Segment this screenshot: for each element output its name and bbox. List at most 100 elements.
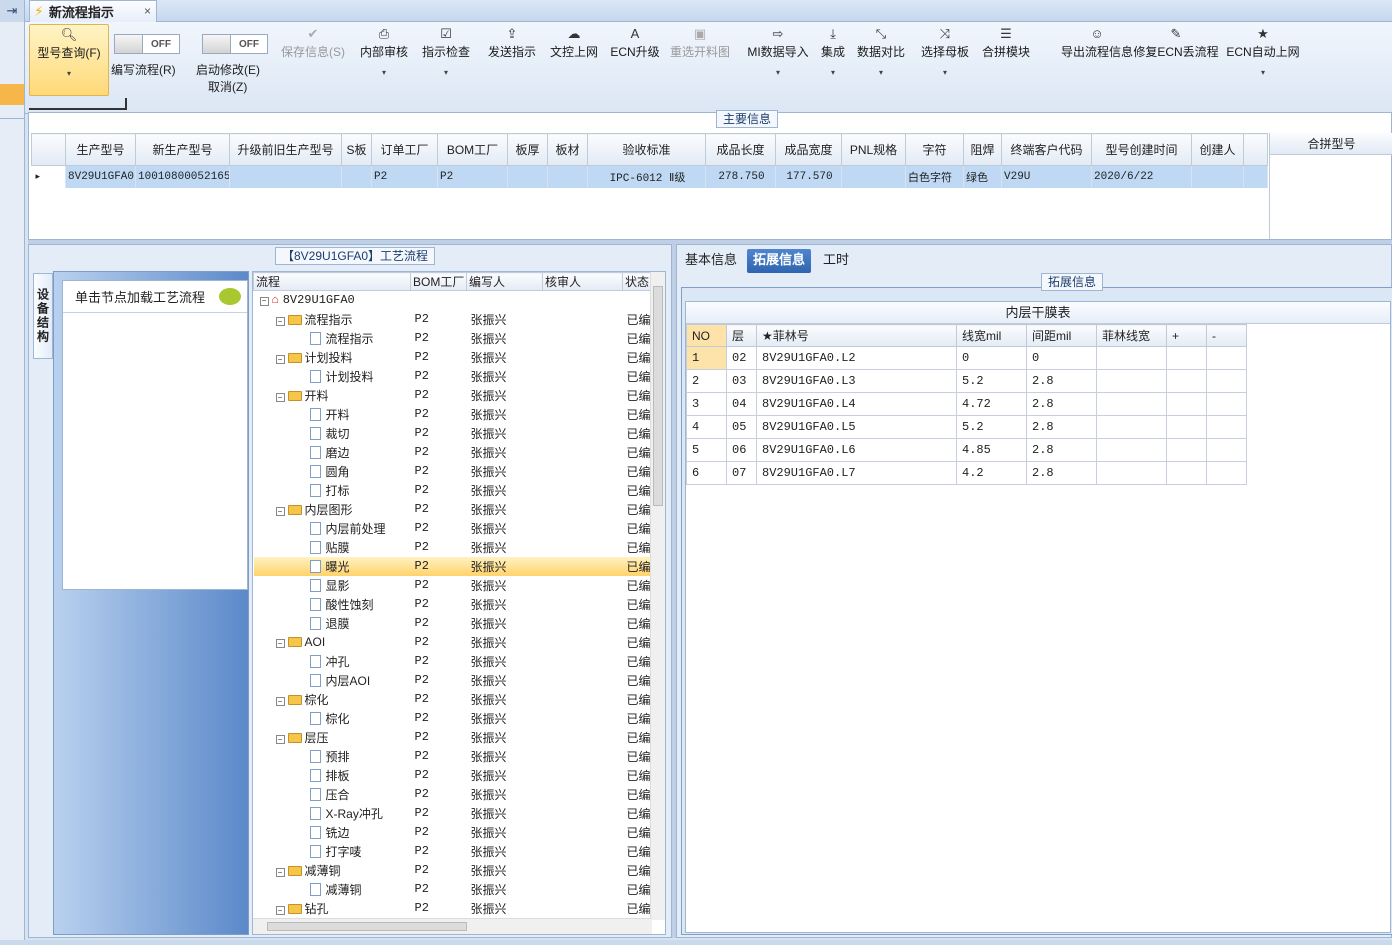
film-cell[interactable] bbox=[1166, 346, 1207, 370]
film-cell[interactable]: 3 bbox=[686, 392, 727, 416]
column-header[interactable]: 层 bbox=[726, 324, 757, 347]
column-header[interactable]: 升级前旧生产型号 bbox=[229, 133, 342, 166]
ribbon-button-download[interactable]: ⤓ 集成 ▾ bbox=[816, 24, 850, 96]
start-edit-toggle[interactable]: OFF bbox=[202, 34, 268, 54]
tree-step-row[interactable]: 流程指示 P2 张振兴 已编写 bbox=[254, 329, 653, 348]
film-cell[interactable] bbox=[1206, 392, 1247, 416]
film-cell[interactable]: 03 bbox=[726, 369, 757, 393]
film-cell[interactable]: 8V29U1GFA0.L3 bbox=[756, 369, 957, 393]
column-header[interactable]: 流程 bbox=[253, 272, 411, 291]
main-info-cell[interactable]: 278.750 bbox=[705, 165, 776, 188]
film-row[interactable]: 2 03 8V29U1GFA0.L3 5.2 2.8 bbox=[686, 369, 1247, 393]
main-info-cell[interactable]: 白色字符 bbox=[905, 165, 964, 188]
film-cell[interactable]: 4.2 bbox=[956, 461, 1027, 485]
column-header[interactable]: 新生产型号 bbox=[135, 133, 230, 166]
edit-flow-toggle[interactable]: OFF bbox=[114, 34, 180, 54]
column-header[interactable]: - bbox=[1206, 324, 1247, 347]
column-header[interactable]: 编写人 bbox=[466, 272, 543, 291]
ribbon-button-wrench[interactable]: ✎ 修复ECN丢流程 bbox=[1131, 24, 1221, 96]
column-header[interactable]: 阻焊 bbox=[963, 133, 1002, 166]
film-cell[interactable] bbox=[1096, 415, 1167, 439]
tree-folder-row[interactable]: − 计划投料 P2 张振兴 已编写 bbox=[254, 348, 653, 367]
film-cell[interactable] bbox=[1206, 438, 1247, 462]
ribbon-button-compress[interactable]: ⤡ 数据对比 ▾ bbox=[851, 24, 911, 96]
film-cell[interactable]: 2.8 bbox=[1026, 461, 1097, 485]
ribbon-button-cloud-upload[interactable]: ☁ 文控上网 bbox=[545, 24, 603, 96]
column-header[interactable]: 验收标准 bbox=[587, 133, 706, 166]
tree-step-row[interactable]: 贴膜 P2 张振兴 已编写 bbox=[254, 538, 653, 557]
film-cell[interactable] bbox=[1206, 461, 1247, 485]
column-header[interactable]: 订单工厂 bbox=[371, 133, 438, 166]
tree-step-row[interactable]: 磨边 P2 张振兴 已编写 bbox=[254, 443, 653, 462]
collapse-icon[interactable]: − bbox=[275, 316, 285, 326]
film-cell[interactable]: 02 bbox=[726, 346, 757, 370]
collapse-icon[interactable]: − bbox=[259, 297, 269, 307]
main-info-cell[interactable] bbox=[1191, 165, 1244, 188]
tree-step-row[interactable]: 压合 P2 张振兴 已编写 bbox=[254, 785, 653, 804]
tree-step-row[interactable]: 内层AOI P2 张振兴 已编写 bbox=[254, 671, 653, 690]
tree-step-row[interactable]: 内层前处理 P2 张振兴 已编写 bbox=[254, 519, 653, 538]
film-row[interactable]: 6 07 8V29U1GFA0.L7 4.2 2.8 bbox=[686, 461, 1247, 485]
tab-ext-info[interactable]: 拓展信息 bbox=[747, 249, 812, 273]
tree-root[interactable]: − ⌂ 8V29U1GFA0 bbox=[254, 291, 653, 310]
main-info-cell[interactable]: 2020/6/22 bbox=[1091, 165, 1192, 188]
tree-step-row[interactable]: 铣边 P2 张振兴 已编写 bbox=[254, 823, 653, 842]
film-row[interactable]: 4 05 8V29U1GFA0.L5 5.2 2.8 bbox=[686, 415, 1247, 439]
collapse-icon[interactable]: − bbox=[275, 506, 285, 516]
tree-step-row[interactable]: 减薄铜 P2 张振兴 已编写 bbox=[254, 880, 653, 899]
film-cell[interactable] bbox=[1166, 369, 1207, 393]
film-cell[interactable]: 5.2 bbox=[956, 369, 1027, 393]
film-cell[interactable]: 2 bbox=[686, 369, 727, 393]
film-cell[interactable]: 8V29U1GFA0.L7 bbox=[756, 461, 957, 485]
column-header[interactable]: + bbox=[1166, 324, 1207, 347]
column-header[interactable]: 生产型号 bbox=[65, 133, 136, 166]
film-cell[interactable]: 2.8 bbox=[1026, 438, 1097, 462]
main-info-cell[interactable]: IPC-6012 Ⅱ级 bbox=[587, 165, 706, 188]
film-cell[interactable] bbox=[1096, 392, 1167, 416]
main-info-cell[interactable] bbox=[841, 165, 906, 188]
column-header[interactable]: S板 bbox=[341, 133, 372, 166]
ribbon-button-font[interactable]: A ECN升级 bbox=[607, 24, 663, 96]
column-header[interactable]: 核审人 bbox=[542, 272, 623, 291]
film-cell[interactable]: 05 bbox=[726, 415, 757, 439]
column-header[interactable]: 状态 bbox=[622, 272, 653, 291]
film-cell[interactable]: 5.2 bbox=[956, 415, 1027, 439]
film-cell[interactable]: 8V29U1GFA0.L6 bbox=[756, 438, 957, 462]
film-cell[interactable]: 6 bbox=[686, 461, 727, 485]
chevron-down-icon[interactable]: ▾ bbox=[382, 68, 386, 77]
film-cell[interactable]: 0 bbox=[1026, 346, 1097, 370]
column-header[interactable]: NO bbox=[686, 324, 727, 347]
column-header[interactable]: 型号创建时间 bbox=[1091, 133, 1192, 166]
film-cell[interactable] bbox=[1096, 346, 1167, 370]
tree-step-row[interactable]: 打标 P2 张振兴 已编写 bbox=[254, 481, 653, 500]
tree-step-row[interactable]: 打字唛 P2 张振兴 已编写 bbox=[254, 842, 653, 861]
column-header[interactable]: 线宽mil bbox=[956, 324, 1027, 347]
collapse-icon[interactable]: − bbox=[275, 696, 285, 706]
film-cell[interactable]: 4.72 bbox=[956, 392, 1027, 416]
column-header[interactable]: 字符 bbox=[905, 133, 964, 166]
tree-step-row[interactable]: 排板 P2 张振兴 已编写 bbox=[254, 766, 653, 785]
main-info-cell[interactable]: 10010800052165 bbox=[135, 165, 230, 188]
main-info-cell[interactable]: V29U bbox=[1001, 165, 1092, 188]
collapse-icon[interactable]: − bbox=[275, 867, 285, 877]
column-header[interactable]: 创建人 bbox=[1191, 133, 1244, 166]
film-cell[interactable]: 5 bbox=[686, 438, 727, 462]
column-header[interactable]: 终端客户代码 bbox=[1001, 133, 1092, 166]
film-cell[interactable] bbox=[1166, 461, 1207, 485]
main-info-cell[interactable]: P2 bbox=[437, 165, 508, 188]
chevron-down-icon[interactable]: ▾ bbox=[1261, 68, 1265, 77]
horizontal-scrollbar[interactable] bbox=[253, 918, 652, 934]
scroll-thumb[interactable] bbox=[267, 922, 467, 931]
film-cell[interactable]: 8V29U1GFA0.L2 bbox=[756, 346, 957, 370]
film-cell[interactable] bbox=[1096, 438, 1167, 462]
tree-step-row[interactable]: 计划投料 P2 张振兴 已编写 bbox=[254, 367, 653, 386]
sign-in-icon[interactable]: ⇥ bbox=[0, 0, 24, 22]
comment-icon[interactable] bbox=[219, 288, 241, 305]
chevron-down-icon[interactable]: ▾ bbox=[943, 68, 947, 77]
column-header[interactable]: ★菲林号 bbox=[756, 324, 957, 347]
film-row[interactable]: 5 06 8V29U1GFA0.L6 4.85 2.8 bbox=[686, 438, 1247, 462]
scroll-thumb[interactable] bbox=[653, 286, 663, 506]
ribbon-button-checkbox[interactable]: ☑ 指示检查 ▾ bbox=[417, 24, 475, 96]
tree-step-row[interactable]: 预排 P2 张振兴 已编写 bbox=[254, 747, 653, 766]
model-query-button[interactable]: 🔍︎ 型号查询(F) ▾ bbox=[29, 24, 109, 96]
